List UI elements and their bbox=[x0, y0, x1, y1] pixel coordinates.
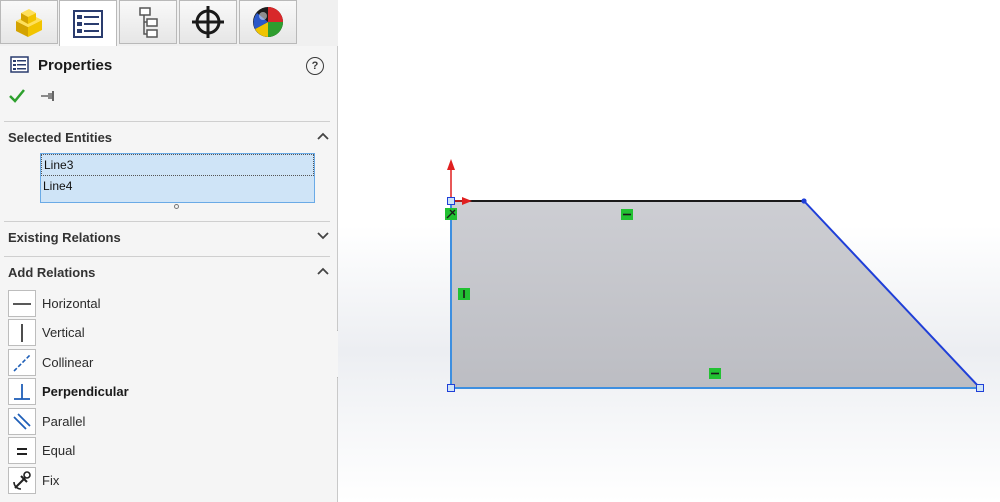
equal-relation-button[interactable]: Equal bbox=[8, 436, 318, 464]
existing-relations-header[interactable]: Existing Relations bbox=[0, 228, 338, 248]
perpendicular-relation-icon bbox=[8, 378, 36, 405]
checkmark-icon[interactable] bbox=[9, 89, 25, 103]
collinear-relation-button[interactable]: Collinear bbox=[8, 348, 318, 376]
pushpin-icon[interactable] bbox=[40, 90, 56, 102]
graphics-area[interactable] bbox=[338, 0, 1000, 502]
existing-relations-title: Existing Relations bbox=[8, 230, 121, 245]
property-manager-panel: Properties ? Selected Entities Line3 Lin… bbox=[0, 0, 338, 502]
add-relations-title: Add Relations bbox=[8, 265, 96, 280]
sketch-region bbox=[451, 201, 980, 388]
display-manager-tab[interactable] bbox=[239, 0, 297, 44]
sketch-endpoint[interactable] bbox=[801, 198, 807, 204]
selected-entities-title: Selected Entities bbox=[8, 130, 113, 145]
list-resize-handle[interactable] bbox=[174, 204, 179, 209]
property-list-icon bbox=[10, 56, 29, 73]
vertical-relation-icon bbox=[8, 319, 36, 346]
relation-label: Horizontal bbox=[42, 296, 101, 311]
configuration-tree-icon bbox=[139, 7, 158, 38]
sketch-endpoint[interactable] bbox=[976, 384, 984, 392]
perpendicular-relation-button[interactable]: Perpendicular bbox=[8, 377, 318, 405]
appearance-sphere-icon bbox=[253, 7, 283, 37]
parallel-relation-button[interactable]: Parallel bbox=[8, 407, 318, 435]
equal-relation-icon bbox=[8, 437, 36, 464]
manager-tab-bar bbox=[0, 0, 338, 46]
property-list-icon bbox=[73, 9, 103, 38]
divider bbox=[4, 221, 330, 222]
part-icon bbox=[16, 9, 42, 37]
vertical-relation-marker[interactable] bbox=[458, 288, 470, 300]
list-item[interactable]: Line3 bbox=[41, 154, 314, 176]
sketch-endpoint[interactable] bbox=[447, 384, 455, 392]
property-manager-tab[interactable] bbox=[59, 0, 117, 46]
chevron-down-icon[interactable] bbox=[317, 232, 329, 240]
relation-label: Parallel bbox=[42, 414, 86, 429]
selected-entities-header[interactable]: Selected Entities bbox=[0, 128, 338, 148]
fix-relation-icon bbox=[8, 467, 36, 494]
parallel-relation-icon bbox=[8, 408, 36, 435]
selected-entities-list[interactable]: Line3 Line4 bbox=[40, 153, 315, 203]
sketch-origin-point[interactable] bbox=[447, 197, 455, 205]
configuration-manager-tab[interactable] bbox=[119, 0, 177, 44]
chevron-up-icon[interactable] bbox=[317, 267, 329, 275]
feature-manager-tab[interactable] bbox=[0, 0, 58, 44]
dimxpert-tab[interactable] bbox=[179, 0, 237, 44]
list-item[interactable]: Line4 bbox=[41, 176, 314, 198]
relation-label: Equal bbox=[42, 443, 76, 458]
horizontal-relation-button[interactable]: Horizontal bbox=[8, 289, 318, 317]
property-manager-header: Properties bbox=[0, 50, 338, 84]
help-button[interactable]: ? bbox=[306, 57, 324, 75]
crosshair-icon bbox=[192, 6, 224, 38]
property-manager-title: Properties bbox=[38, 57, 113, 74]
relation-label: Fix bbox=[42, 473, 60, 488]
chevron-up-icon[interactable] bbox=[317, 132, 329, 140]
vertical-relation-button[interactable]: Vertical bbox=[8, 318, 318, 346]
divider bbox=[4, 121, 330, 122]
add-relations-header[interactable]: Add Relations bbox=[0, 263, 338, 283]
relation-label: Vertical bbox=[42, 325, 85, 340]
horizontal-relation-icon bbox=[8, 290, 36, 317]
relation-label: Collinear bbox=[42, 355, 94, 370]
sketch-view[interactable] bbox=[338, 0, 1000, 502]
relation-label: Perpendicular bbox=[42, 384, 129, 399]
fix-relation-marker[interactable] bbox=[445, 208, 457, 220]
divider bbox=[4, 256, 330, 257]
collinear-relation-icon bbox=[8, 349, 36, 376]
fix-relation-button[interactable]: Fix bbox=[8, 466, 318, 494]
horizontal-relation-marker[interactable] bbox=[621, 209, 633, 220]
origin-arrow-icon bbox=[447, 159, 455, 170]
horizontal-relation-marker[interactable] bbox=[709, 368, 721, 379]
